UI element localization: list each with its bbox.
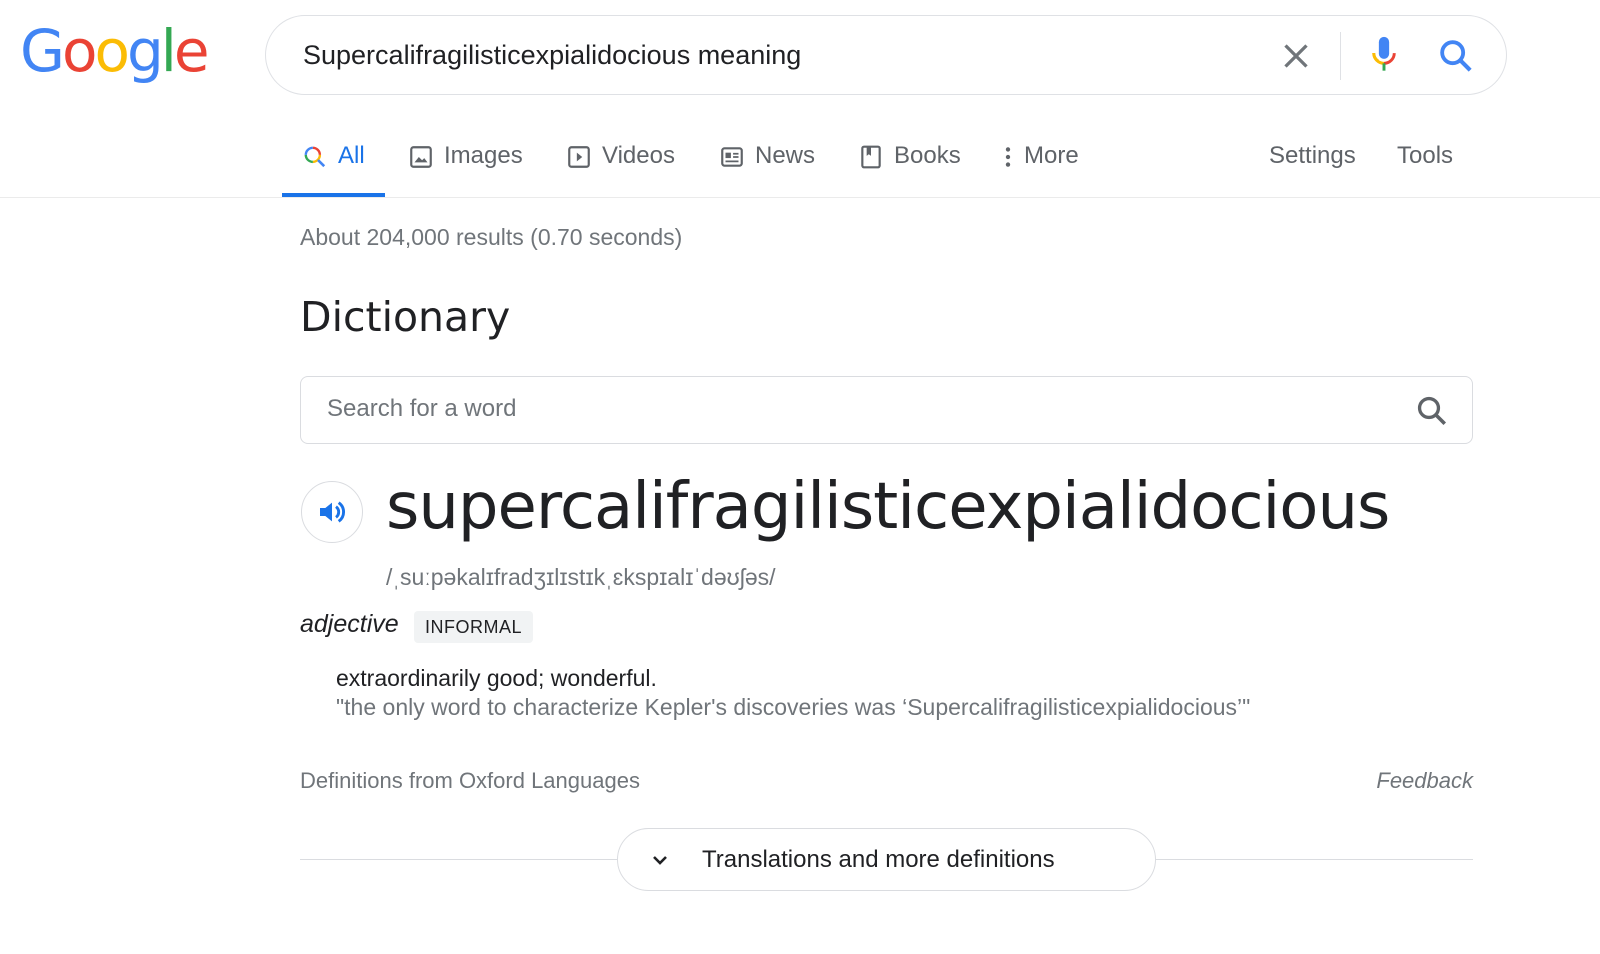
example-sentence: "the only word to characterize Kepler's … bbox=[336, 694, 1251, 720]
play-icon bbox=[566, 142, 592, 172]
dictionary-search-button[interactable] bbox=[1414, 393, 1450, 429]
tabs-divider bbox=[0, 197, 1600, 198]
settings-link[interactable]: Settings bbox=[1269, 130, 1356, 196]
feedback-link[interactable]: Feedback bbox=[1376, 768, 1473, 794]
more-vert-icon bbox=[1000, 142, 1016, 172]
tools-label: Tools bbox=[1397, 142, 1454, 169]
dictionary-search-box bbox=[300, 376, 1473, 444]
microphone-icon bbox=[1372, 36, 1396, 71]
clear-search-button[interactable] bbox=[1278, 38, 1314, 74]
definition-text: extraordinarily good; wonderful. bbox=[336, 665, 657, 691]
search-input[interactable] bbox=[303, 40, 1203, 71]
book-icon bbox=[858, 142, 884, 172]
tab-label: Books bbox=[894, 142, 961, 169]
logo-letter: G bbox=[20, 17, 65, 85]
definition-source: Definitions from Oxford Languages bbox=[300, 768, 640, 793]
result-stats: About 204,000 results (0.70 seconds) bbox=[300, 224, 683, 250]
tab-label: Videos bbox=[602, 142, 675, 169]
tab-label: All bbox=[338, 142, 365, 169]
headword: supercalifragilisticexpialidocious bbox=[386, 470, 1390, 544]
tab-all[interactable]: All bbox=[282, 130, 385, 197]
newspaper-icon bbox=[719, 142, 745, 172]
phonetic-spelling: /ˌsuːpəkalɪfradʒɪlɪstɪkˌɛkspɪalɪˈdəʊʃəs/ bbox=[386, 564, 776, 590]
dictionary-search-input[interactable] bbox=[327, 395, 1327, 423]
search-icon bbox=[302, 142, 328, 172]
tab-label: Images bbox=[444, 142, 523, 169]
voice-search-button[interactable] bbox=[1366, 34, 1402, 78]
search-bar bbox=[265, 15, 1507, 95]
image-icon bbox=[408, 142, 434, 172]
search-bar-divider bbox=[1340, 32, 1341, 80]
more-definitions-button[interactable]: Translations and more definitions bbox=[617, 828, 1156, 891]
pronunciation-button[interactable] bbox=[301, 481, 363, 543]
logo-letter: e bbox=[173, 17, 210, 85]
tab-images[interactable]: Images bbox=[408, 130, 523, 196]
tab-label: More bbox=[1024, 142, 1079, 169]
logo-letter: o bbox=[61, 17, 97, 85]
part-of-speech: adjective bbox=[300, 610, 399, 638]
tab-videos[interactable]: Videos bbox=[566, 130, 675, 196]
settings-label: Settings bbox=[1269, 142, 1356, 169]
chevron-down-icon bbox=[653, 856, 667, 865]
close-icon bbox=[1284, 44, 1308, 68]
logo-letter: l bbox=[160, 17, 177, 85]
dictionary-heading: Dictionary bbox=[300, 293, 511, 341]
google-logo[interactable]: Google bbox=[20, 17, 210, 85]
tab-label: News bbox=[755, 142, 816, 169]
more-definitions-label: Translations and more definitions bbox=[702, 846, 1055, 873]
tab-news[interactable]: News bbox=[719, 130, 815, 196]
logo-letter: o bbox=[94, 17, 129, 85]
logo-letter: g bbox=[126, 17, 164, 85]
speaker-icon bbox=[320, 501, 346, 523]
tools-link[interactable]: Tools bbox=[1397, 130, 1453, 196]
register-badge: INFORMAL bbox=[414, 611, 534, 643]
search-icon bbox=[1417, 396, 1447, 426]
tab-books[interactable]: Books bbox=[858, 130, 961, 196]
tab-more[interactable]: More bbox=[1000, 130, 1079, 196]
search-icon bbox=[1440, 40, 1472, 72]
search-submit-button[interactable] bbox=[1436, 36, 1476, 76]
